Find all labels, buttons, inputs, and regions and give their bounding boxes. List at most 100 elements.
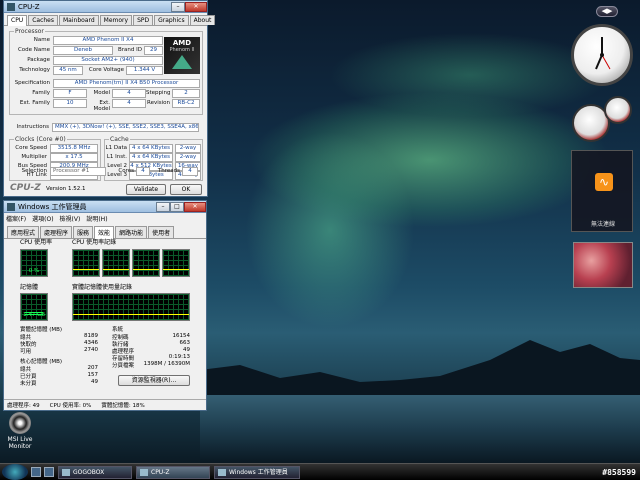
amd-phenom-logo: AMD Phenom II <box>164 37 200 74</box>
phys-total-value: 8189 <box>84 333 98 339</box>
phenom-emblem-icon <box>172 55 192 69</box>
l1i-way: 2-way <box>175 153 201 162</box>
menu-file[interactable]: 檔案(F) <box>6 214 26 223</box>
tab-spd[interactable]: SPD <box>133 15 154 25</box>
quicklaunch-desktop-icon[interactable] <box>31 467 41 477</box>
family-label: Family <box>32 90 50 96</box>
corevoltage-label: Core Voltage <box>88 67 124 73</box>
taskbar-item-cpuz[interactable]: CPU-Z <box>136 465 210 479</box>
sidebar-controls-icon[interactable]: ◀▶ <box>596 6 618 17</box>
multiplier-label: Multiplier <box>21 154 47 160</box>
maximize-icon[interactable]: □ <box>170 201 184 212</box>
name-value: AMD Phenom II X4 <box>53 36 163 45</box>
menu-view[interactable]: 檢視(V) <box>60 214 81 223</box>
selection-label: Selection <box>21 168 47 174</box>
cpuz-version: Version 1.52.1 <box>46 186 86 192</box>
amd-logo-text: AMD <box>172 39 192 47</box>
taskmgr-menubar: 檔案(F) 選項(O) 檢視(V) 說明(H) <box>4 213 206 224</box>
quicklaunch-ie-icon[interactable] <box>44 467 54 477</box>
kernel-memory-group-title: 核心記憶體 (MB) <box>20 359 63 365</box>
uptime-value: 0:19:13 <box>168 354 190 360</box>
name-label: Name <box>33 37 50 43</box>
tab-about[interactable]: About <box>189 15 216 25</box>
handles-value: 16154 <box>172 333 191 339</box>
cpuz-title: CPU-Z <box>18 2 40 11</box>
tab-graphics[interactable]: Graphics <box>154 15 189 25</box>
l1i-value: 4 x 64 KBytes <box>129 153 173 162</box>
stepping-label: Stepping <box>146 90 171 96</box>
pagefile-value: 1398M / 16390M <box>143 361 190 367</box>
taskbar-item-gogobox[interactable]: GOGOBOX <box>58 465 132 479</box>
corevoltage-value: 1.344 V <box>126 66 163 75</box>
cpu-history-graph-core-1 <box>72 249 100 277</box>
cpuz-window: CPU-Z – ✕ CPU Caches Mainboard Memory SP… <box>3 0 216 197</box>
desktop-icon-label-1: MSI Live <box>7 436 33 443</box>
lake-reflection <box>200 395 640 463</box>
family-value: F <box>53 89 87 98</box>
taskmgr-window: Windows 工作管理員 – □ ✕ 檔案(F) 選項(O) 檢視(V) 說明… <box>3 200 207 411</box>
stepping-value: 2 <box>172 89 200 98</box>
model-label: Model <box>93 90 110 96</box>
taskmgr-app-icon <box>7 202 15 211</box>
close-icon[interactable]: ✕ <box>185 1 207 12</box>
tab-mainboard[interactable]: Mainboard <box>59 15 99 25</box>
package-label: Package <box>27 57 50 63</box>
spec-value: AMD Phenom(tm) II X4 B50 Processor <box>53 79 200 88</box>
tab-caches[interactable]: Caches <box>28 15 58 25</box>
tab-memory[interactable]: Memory <box>99 15 133 25</box>
system-group-title: 系統 <box>112 327 124 333</box>
clock-gadget[interactable] <box>571 24 633 86</box>
cpuz-brand-label: CPU-Z <box>10 183 41 193</box>
l1d-label: L1 Data <box>105 145 127 151</box>
slideshow-gadget[interactable] <box>573 242 633 288</box>
threads-value: 4 <box>182 167 198 176</box>
revision-value: RB-C2 <box>172 99 200 108</box>
cache-group-title: Cache <box>109 136 130 143</box>
clock-face-icon <box>595 37 611 70</box>
desktop-icon-msi-live-monitor[interactable]: MSI Live Monitor <box>4 412 36 450</box>
taskmgr-titlebar[interactable]: Windows 工作管理員 – □ ✕ <box>4 201 206 213</box>
memory-history-label: 實體記憶體使用量記錄 <box>72 284 133 291</box>
menu-help[interactable]: 說明(H) <box>86 214 107 223</box>
close-icon[interactable]: ✕ <box>184 201 206 212</box>
tray-watermark-text: #858599 <box>602 467 636 477</box>
corespeed-value: 3515.8 MHz <box>50 144 98 153</box>
rss-feed-gadget[interactable]: ∿ 無法連線 <box>571 150 633 232</box>
codename-label: Code Name <box>17 47 50 53</box>
cpu-history-graph-core-3 <box>132 249 160 277</box>
rss-status-label: 無法連線 <box>590 221 615 228</box>
mountain-silhouette <box>200 340 640 400</box>
validate-button[interactable]: Validate <box>126 184 166 195</box>
cpu-history-graph-core-2 <box>102 249 130 277</box>
spec-label: Specification <box>14 80 50 86</box>
extmodel-value: 4 <box>112 99 146 108</box>
start-orb-icon[interactable] <box>2 464 28 480</box>
memory-meter: 1.47 GB <box>20 293 48 321</box>
menu-options[interactable]: 選項(O) <box>32 214 53 223</box>
status-memory: 實體記憶體: 18% <box>101 403 145 409</box>
codename-value: Deneb <box>53 46 113 55</box>
cores-value: 4 <box>136 167 150 176</box>
package-value: Socket AM2+ (940) <box>53 56 163 65</box>
status-cpu: CPU 使用率: 0% <box>49 403 92 409</box>
kernel-total-value: 207 <box>87 365 99 371</box>
memory-meter-gadget[interactable] <box>604 96 632 124</box>
taskmgr-title: Windows 工作管理員 <box>18 202 87 211</box>
msi-live-monitor-icon <box>9 412 31 434</box>
taskbar-item-taskmgr[interactable]: Windows 工作管理員 <box>214 465 300 479</box>
ok-button[interactable]: OK <box>170 184 202 195</box>
instructions-label: Instructions <box>16 124 49 130</box>
clocks-group-title: Clocks (Core #0) <box>14 136 67 143</box>
memory-history-graph <box>72 293 190 321</box>
brandid-label: Brand ID <box>118 47 142 53</box>
processor-select[interactable]: Processor #1 <box>50 167 106 176</box>
technology-label: Technology <box>19 67 50 73</box>
minimize-icon[interactable]: – <box>156 201 170 212</box>
memory-value: 1.47 GB <box>22 312 46 318</box>
cpu-history-graph-core-4 <box>162 249 190 277</box>
cpuz-titlebar[interactable]: CPU-Z – ✕ <box>4 1 207 13</box>
resource-monitor-button[interactable]: 資源監視器(R)... <box>118 375 190 386</box>
minimize-icon[interactable]: – <box>171 1 185 12</box>
phys-cached-value: 4346 <box>84 340 98 346</box>
memory-label: 記憶體 <box>20 284 39 291</box>
